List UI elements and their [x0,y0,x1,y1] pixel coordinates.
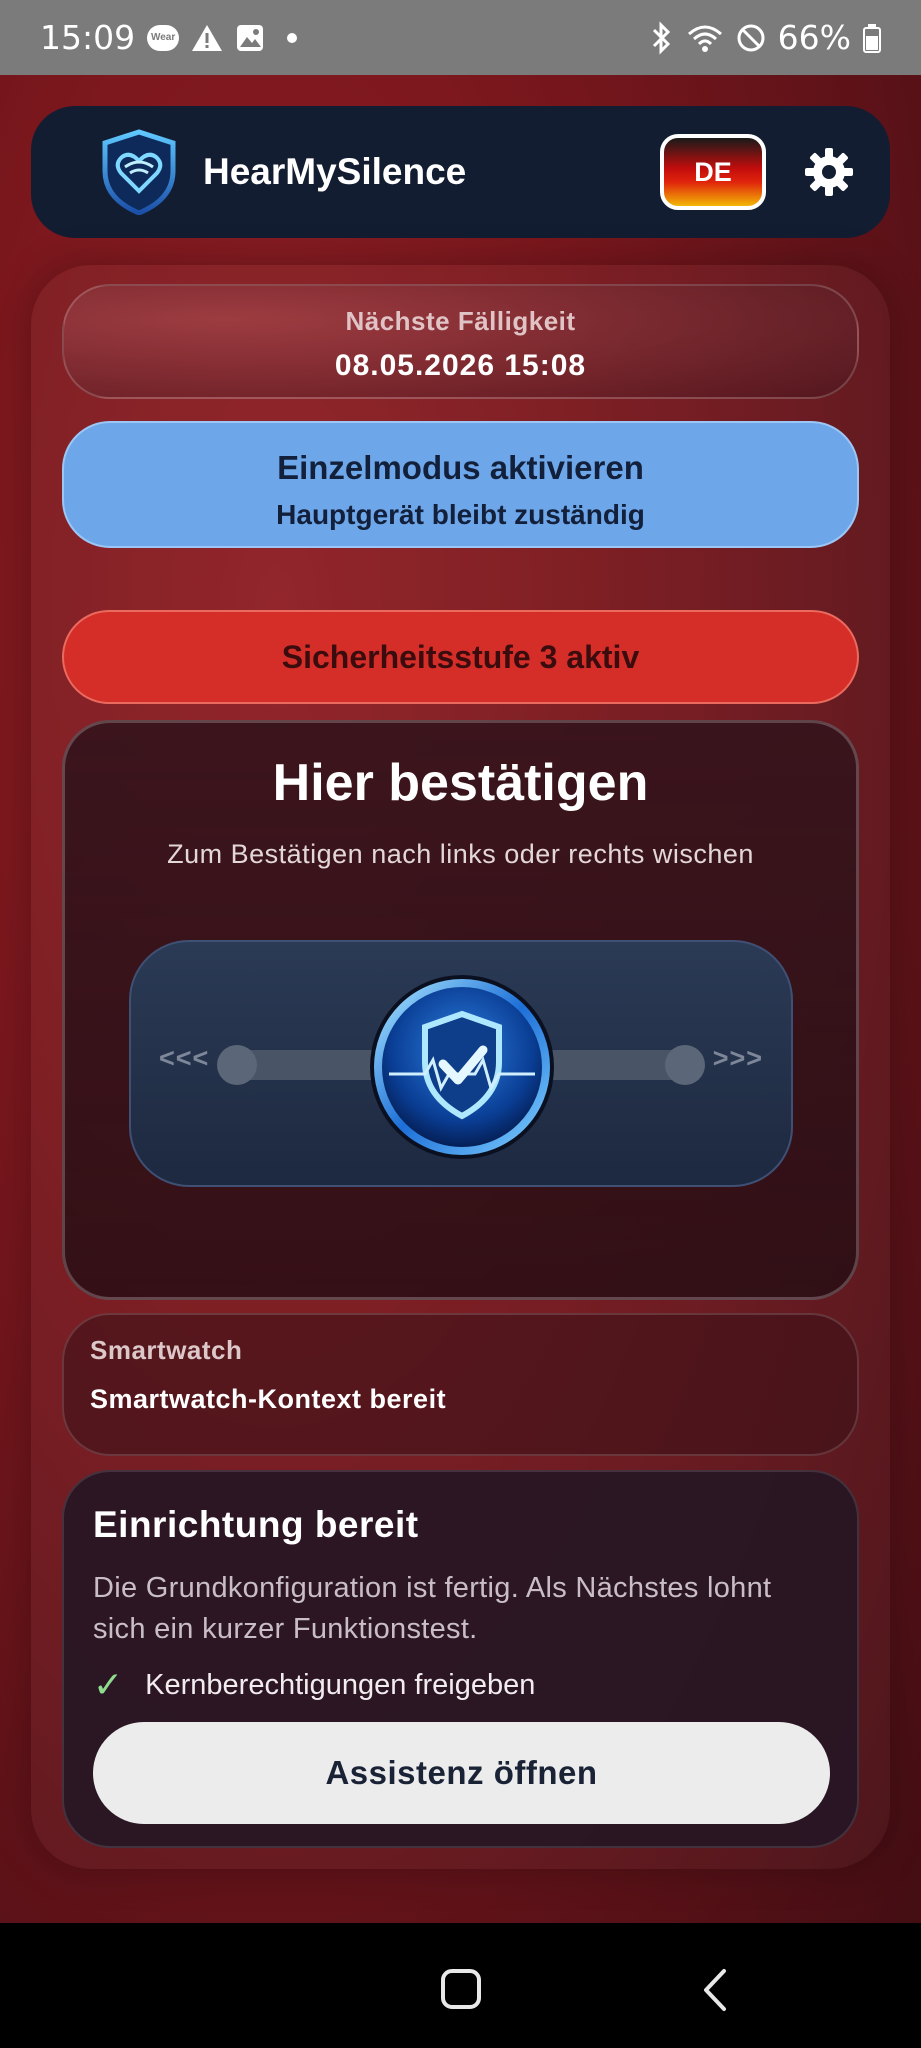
wear-icon: Wear [147,24,180,51]
confirm-subtitle: Zum Bestätigen nach links oder rechts wi… [167,839,754,869]
shield-check-heartbeat-icon[interactable] [369,974,555,1160]
wifi-icon [687,25,722,52]
swipe-right-arrows: >>> [712,1043,763,1073]
status-right: 66% [648,18,881,57]
shield-heart-icon [102,129,176,215]
dot-icon [287,32,298,43]
swipe-left-arrows: <<< [159,1043,210,1073]
swipe-right-knob [665,1045,705,1085]
image-icon [237,24,264,51]
app-header: HearMySilence DE [31,106,890,238]
due-value: 08.05.2026 15:08 [334,349,587,382]
setup-check-item: ✓ Kernberechtigungen freigeben [93,1664,828,1706]
setup-check-label: Kernberechtigungen freigeben [145,1668,536,1701]
gear-icon[interactable] [804,147,854,197]
battery-icon [863,23,881,53]
do-not-disturb-icon [737,24,765,51]
confirm-panel: Hier bestätigen Zum Bestätigen nach link… [62,720,859,1300]
setup-description: Die Grundkonfiguration ist fertig. Als N… [93,1572,772,1645]
home-square-icon[interactable] [440,1968,482,2010]
smartwatch-status: Smartwatch-Kontext bereit [90,1384,447,1414]
single-mode-subtitle: Hauptgerät bleibt zuständig [276,499,645,530]
app-title: HearMySilence [203,151,467,192]
status-left: 15:09 Wear [40,18,298,57]
warning-icon [192,24,223,51]
battery-percent: 66% [777,18,851,57]
security-level-badge: Sicherheitsstufe 3 aktiv [62,610,859,704]
smartwatch-card: Smartwatch Smartwatch-Kontext bereit [62,1313,859,1456]
due-card: Nächste Fälligkeit 08.05.2026 15:08 [62,284,859,399]
swipe-left-knob [217,1045,257,1085]
single-mode-title: Einzelmodus aktivieren [277,449,644,486]
app-screen: 15:09 Wear 66% HearMySilence DE Nächste … [0,0,921,2048]
status-time: 15:09 [40,18,136,57]
language-button[interactable]: DE [660,134,766,210]
checkmark-icon: ✓ [93,1664,124,1705]
swipe-slider[interactable]: <<< >>> [129,940,793,1187]
smartwatch-label: Smartwatch [90,1335,243,1365]
status-bar: 15:09 Wear 66% [0,0,921,75]
setup-title: Einrichtung bereit [93,1504,419,1545]
due-label: Nächste Fälligkeit [345,306,576,336]
single-mode-button[interactable]: Einzelmodus aktivieren Hauptgerät bleibt… [62,421,859,548]
open-assistant-button[interactable]: Assistenz öffnen [93,1722,830,1824]
back-chevron-icon[interactable] [700,1967,730,2013]
navigation-bar [0,1923,921,2048]
setup-card: Einrichtung bereit Die Grundkonfiguratio… [62,1470,859,1848]
confirm-title: Hier bestätigen [272,754,649,812]
bluetooth-icon [652,20,670,55]
